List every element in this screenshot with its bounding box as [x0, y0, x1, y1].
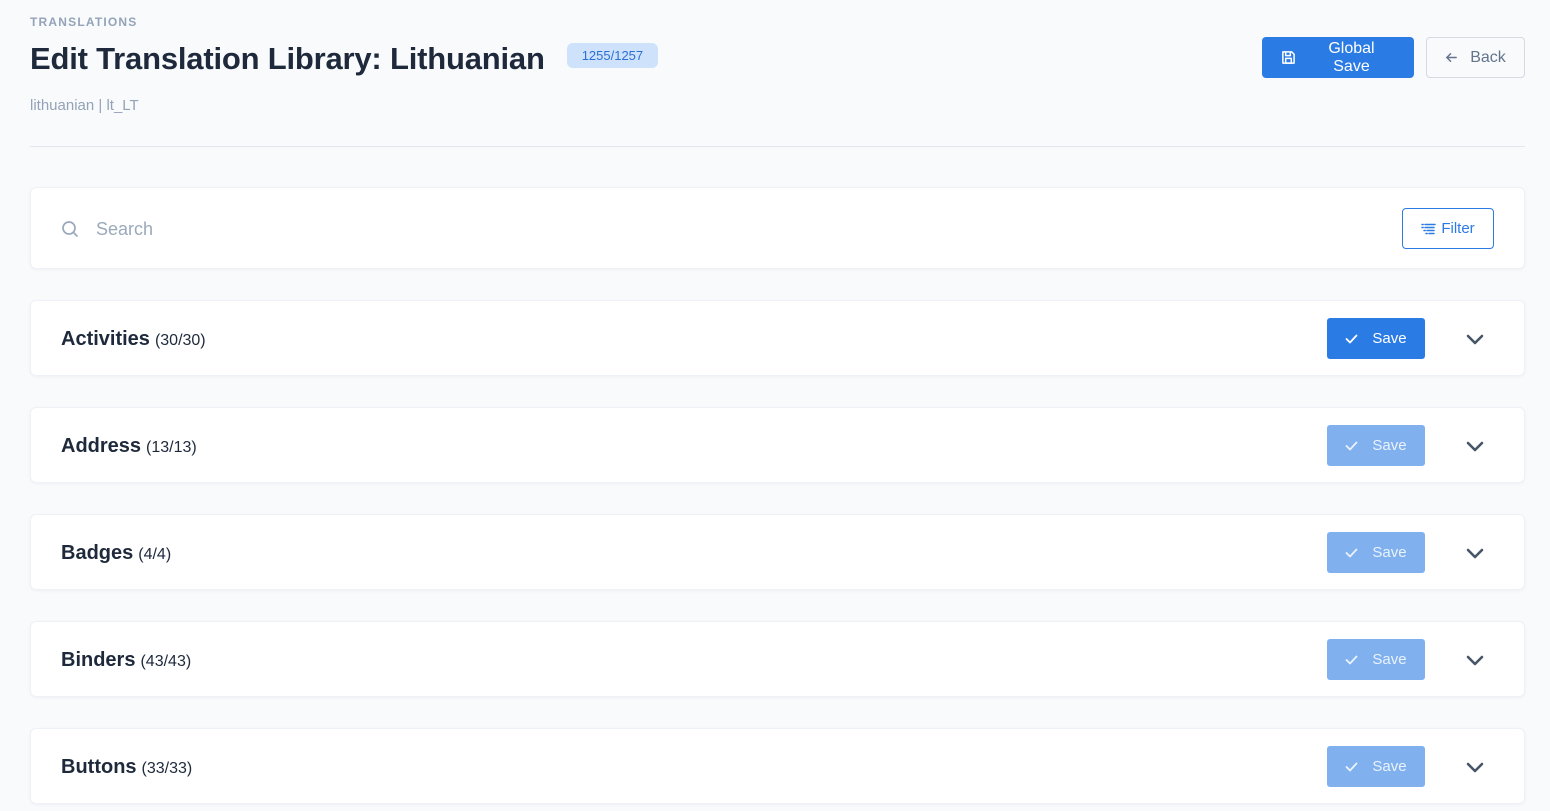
section-count: (13/13): [146, 439, 197, 456]
section-badges[interactable]: Badges (4/4) Save: [30, 514, 1525, 590]
section-count: (43/43): [140, 653, 192, 670]
section-activities[interactable]: Activities (30/30) Save: [30, 300, 1525, 376]
page-header: TRANSLATIONS Edit Translation Library: L…: [30, 0, 1525, 147]
global-save-button[interactable]: Global Save: [1262, 37, 1414, 78]
section-address[interactable]: Address (13/13) Save: [30, 407, 1525, 483]
save-address-button[interactable]: Save: [1327, 425, 1425, 466]
save-label: Save: [1372, 437, 1407, 454]
check-icon: [1345, 548, 1358, 557]
chevron-down-icon[interactable]: [1464, 436, 1486, 458]
language-code: lithuanian | lt_LT: [30, 97, 139, 114]
section-name: Activities: [61, 328, 150, 350]
check-icon: [1345, 762, 1358, 771]
filter-lines-icon: [1421, 223, 1437, 234]
progress-badge: 1255/1257: [566, 42, 659, 68]
section-name: Badges: [61, 542, 134, 564]
breadcrumb: TRANSLATIONS: [30, 15, 138, 29]
section-name: Buttons: [61, 756, 137, 778]
filter-label: Filter: [1441, 220, 1475, 237]
floppy-disk-icon: [1282, 51, 1295, 64]
section-title: Binders (43/43): [61, 646, 191, 676]
section-title: Address (13/13): [61, 432, 197, 462]
section-name: Address: [61, 435, 142, 457]
chevron-down-icon[interactable]: [1464, 757, 1486, 779]
check-icon: [1345, 334, 1358, 343]
chevron-down-icon[interactable]: [1464, 329, 1486, 351]
section-count: (33/33): [141, 760, 193, 777]
save-label: Save: [1372, 330, 1407, 347]
section-binders[interactable]: Binders (43/43) Save: [30, 621, 1525, 697]
chevron-down-icon[interactable]: [1464, 543, 1486, 565]
chevron-down-icon[interactable]: [1464, 650, 1486, 672]
section-title: Activities (30/30): [61, 325, 206, 355]
save-label: Save: [1372, 651, 1407, 668]
search-card: Filter: [30, 187, 1525, 269]
save-badges-button[interactable]: Save: [1327, 532, 1425, 573]
back-button[interactable]: Back: [1426, 37, 1525, 78]
section-buttons[interactable]: Buttons (33/33) Save: [30, 728, 1525, 804]
section-title: Buttons (33/33): [61, 753, 192, 783]
section-count: (4/4): [138, 546, 172, 563]
check-icon: [1345, 441, 1358, 450]
save-label: Save: [1372, 758, 1407, 775]
section-title: Badges (4/4): [61, 539, 171, 569]
save-binders-button[interactable]: Save: [1327, 639, 1425, 680]
save-activities-button[interactable]: Save: [1327, 318, 1425, 359]
section-name: Binders: [61, 649, 136, 671]
save-label: Save: [1372, 544, 1407, 561]
global-save-label: Global Save: [1328, 39, 1375, 75]
page-title: Edit Translation Library: Lithuanian: [30, 41, 545, 76]
check-icon: [1345, 655, 1358, 664]
section-count: (30/30): [154, 332, 206, 349]
arrow-left-icon: [1446, 53, 1458, 62]
filter-button[interactable]: Filter: [1402, 208, 1494, 249]
header-actions: Global Save Back: [1262, 37, 1525, 78]
search-icon: [62, 221, 78, 237]
back-label: Back: [1470, 48, 1506, 66]
title-row: Edit Translation Library: Lithuanian 125…: [30, 38, 659, 80]
save-buttons-button[interactable]: Save: [1327, 746, 1425, 787]
search-input[interactable]: [94, 213, 1294, 245]
